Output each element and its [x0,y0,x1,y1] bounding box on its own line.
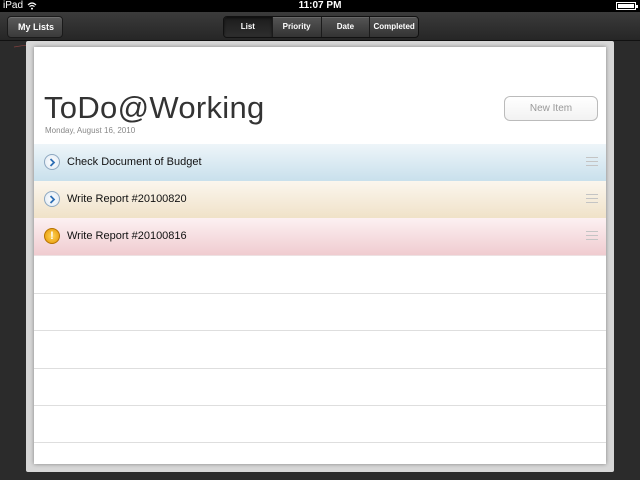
todo-item[interactable]: Check Document of Budget [34,144,606,182]
reorder-grip-icon[interactable] [586,194,598,203]
new-item-button[interactable]: New Item [504,96,598,121]
ruled-line [34,330,606,331]
navigation-bar: My Lists List Priority Date Completed [0,12,640,41]
todo-item-label: Write Report #20100820 [67,193,187,205]
status-bar: iPad 11:07 PM [0,0,640,12]
todo-item-label: Check Document of Budget [67,156,202,168]
tab-priority[interactable]: Priority [271,17,321,37]
tab-date[interactable]: Date [320,17,370,37]
reorder-grip-icon[interactable] [586,231,598,240]
battery-icon [616,2,638,10]
view-segmented-control: List Priority Date Completed [223,16,419,38]
reorder-grip-icon[interactable] [586,157,598,166]
ruled-line [34,293,606,294]
tab-completed[interactable]: Completed [369,17,418,37]
todo-item[interactable]: Write Report #20100820 [34,181,606,219]
list-date: Monday, August 16, 2010 [45,126,136,135]
status-time: 11:07 PM [298,0,342,11]
my-lists-button[interactable]: My Lists [7,16,64,38]
exclamation-icon[interactable]: ! [44,228,60,244]
todo-item[interactable]: ! Write Report #20100816 [34,218,606,256]
chevron-right-icon[interactable] [44,191,60,207]
ruled-line [34,405,606,406]
todo-item-label: Write Report #20100816 [67,230,187,242]
ruled-line [34,442,606,443]
chevron-right-icon[interactable] [44,154,60,170]
tab-list[interactable]: List [224,17,272,37]
list-title: ToDo@Working [44,90,265,125]
ruled-line [34,368,606,369]
todo-page: ToDo@Working Monday, August 16, 2010 New… [34,47,606,464]
